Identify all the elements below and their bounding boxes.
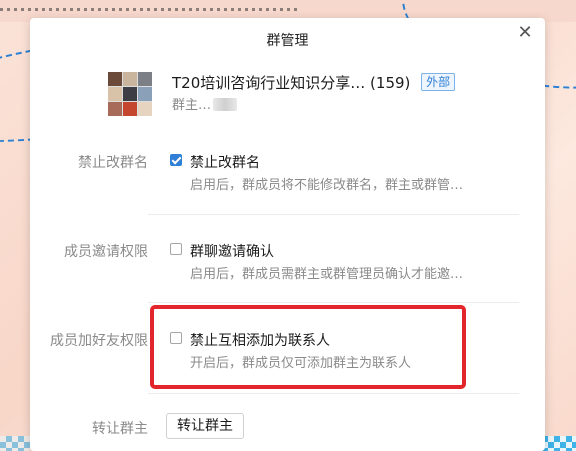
group-name-text: T20培训咨询行业知识分享… <box>172 74 366 92</box>
background-checker-pattern <box>0 436 30 451</box>
option-title: 禁止互相添加为联系人 <box>190 333 330 349</box>
background-text-strip <box>0 8 300 11</box>
group-management-dialog: 群管理 ✕ T20培训咨询行业知识分享… (159) 外部 群主… 禁止改群名 … <box>30 18 545 451</box>
divider <box>148 302 519 303</box>
group-header: T20培训咨询行业知识分享… (159) 外部 群主… <box>108 72 528 116</box>
group-owner: 群主… <box>172 94 238 113</box>
member-count: (159) <box>370 74 411 92</box>
divider <box>148 214 519 215</box>
owner-label: 群主… <box>172 98 212 113</box>
option-title: 禁止改群名 <box>190 155 260 171</box>
group-avatar <box>108 72 152 116</box>
setting-label: 转让群主 <box>92 421 148 437</box>
divider <box>148 393 519 394</box>
option-description: 开启后，群成员仅可添加群主为联系人 <box>190 356 412 371</box>
setting-label: 成员邀请权限 <box>64 244 148 260</box>
group-name: T20培训咨询行业知识分享… (159) 外部 <box>172 72 456 93</box>
setting-label: 成员加好友权限 <box>50 333 148 349</box>
rename-checkbox[interactable] <box>170 154 182 166</box>
option-title: 群聊邀请确认 <box>190 244 274 260</box>
transfer-owner-button[interactable]: 转让群主 <box>166 413 244 439</box>
setting-label: 禁止改群名 <box>78 155 148 171</box>
forbid-add-contact-checkbox[interactable] <box>170 332 182 344</box>
close-icon[interactable]: ✕ <box>515 23 535 43</box>
external-badge: 外部 <box>421 73 456 91</box>
option-description: 启用后，群成员将不能修改群名，群主或群管… <box>190 178 464 193</box>
invite-confirm-checkbox[interactable] <box>170 243 182 255</box>
option-description: 启用后，群成员需群主或群管理员确认才能邀… <box>190 267 464 282</box>
dialog-title: 群管理 <box>266 33 309 49</box>
owner-name-redacted <box>213 98 238 111</box>
